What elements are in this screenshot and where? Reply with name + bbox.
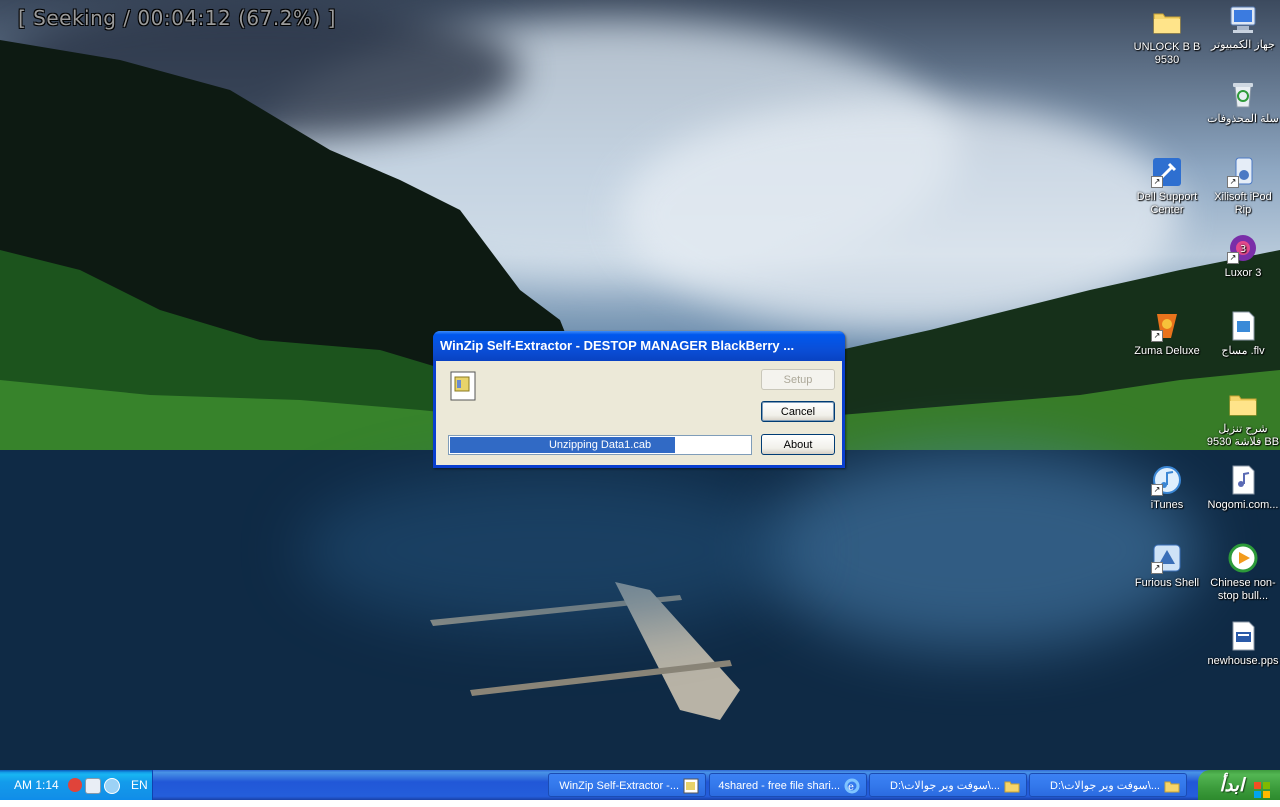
- desktop-icon-label: Luxor 3: [1224, 267, 1262, 279]
- media-seek-overlay: [ Seeking / 00:04:12 (67.2%) ]: [18, 6, 336, 30]
- mp3-file-icon: [1227, 464, 1259, 496]
- start-label: ابدأ: [1219, 775, 1244, 795]
- desktop-icon-itunes[interactable]: ↗ iTunes: [1130, 464, 1204, 512]
- desktop-icon-zuma[interactable]: ↗ Zuma Deluxe: [1130, 310, 1204, 358]
- taskbar-button-label: WinZip Self-Extractor -...: [559, 780, 679, 792]
- svg-text:3: 3: [1240, 244, 1246, 255]
- shortcut-arrow-icon: ↗: [1151, 562, 1163, 574]
- language-indicator[interactable]: EN: [131, 778, 148, 792]
- progress-text: Unzipping Data1.cab: [548, 439, 652, 451]
- desktop-icon-label: Zuma Deluxe: [1134, 345, 1200, 357]
- recycle-bin-icon: [1227, 78, 1259, 110]
- desktop-icon-furious-shell[interactable]: ↗ Furious Shell: [1130, 542, 1204, 590]
- desktop-icon-label: Dell Support Center: [1136, 191, 1198, 216]
- desktop-icon-unlock-bb[interactable]: UNLOCK B B 9530: [1130, 6, 1204, 67]
- zuma-icon: ↗: [1151, 310, 1183, 342]
- wallpaper-water-reflection: [300, 470, 800, 630]
- cancel-button[interactable]: Cancel: [761, 401, 835, 422]
- my-computer-icon: [1227, 4, 1259, 36]
- dialog-title: WinZip Self-Extractor - DESTOP MANAGER B…: [440, 338, 795, 353]
- xilisoft-icon: ↗: [1227, 156, 1259, 188]
- desktop-icon-label: شرح تنزيل فلاشة 9530 BB: [1206, 423, 1280, 448]
- desktop-icon-xilisoft[interactable]: ↗ Xilisoft iPod Rip: [1206, 156, 1280, 217]
- desktop-icon-label: Chinese non-stop bull...: [1210, 577, 1276, 602]
- shortcut-arrow-icon: ↗: [1227, 252, 1239, 264]
- desktop-icon-my-computer[interactable]: جهاز الكمبيوتر: [1206, 4, 1280, 52]
- taskbar-button-winzip[interactable]: WinZip Self-Extractor -...: [548, 773, 706, 797]
- taskbar-button-folder-1[interactable]: D:\سوفت وير جوالات\...: [869, 773, 1027, 797]
- winzip-icon: [683, 778, 699, 794]
- desktop-icon-label: newhouse.pps: [1207, 655, 1279, 667]
- desktop-icon-chinese-media[interactable]: Chinese non-stop bull...: [1206, 542, 1280, 603]
- clock[interactable]: AM 1:14: [14, 778, 59, 792]
- taskbar: AM 1:14 EN WinZip Self-Extractor -... 4s…: [0, 770, 1280, 800]
- desktop-icon-bb-flash-folder[interactable]: شرح تنزيل فلاشة 9530 BB: [1206, 388, 1280, 449]
- winzip-dialog[interactable]: WinZip Self-Extractor - DESTOP MANAGER B…: [433, 331, 845, 468]
- taskbar-button-4shared[interactable]: 4shared - free file shari... e: [709, 773, 867, 797]
- shortcut-arrow-icon: ↗: [1151, 330, 1163, 342]
- extraction-progress-bar: Unzipping Data1.cab: [448, 435, 752, 455]
- folder-icon: [1004, 778, 1020, 794]
- pps-file-icon: [1227, 620, 1259, 652]
- desktop-icon-label: iTunes: [1150, 499, 1184, 511]
- shortcut-arrow-icon: ↗: [1227, 176, 1239, 188]
- media-player-icon: [1227, 542, 1259, 574]
- shortcut-arrow-icon: ↗: [1151, 176, 1163, 188]
- luxor-icon: 3 ↗: [1227, 232, 1259, 264]
- desktop-icon-label: جهاز الكمبيوتر: [1211, 39, 1275, 51]
- desktop-icon-label: مساج .flv: [1221, 345, 1265, 357]
- furious-shell-icon: ↗: [1151, 542, 1183, 574]
- desktop-icon-newhouse-pps[interactable]: newhouse.pps: [1206, 620, 1280, 668]
- desktop-icon-label: Nogomi.com...: [1207, 499, 1279, 511]
- taskbar-button-label: D:\سوفت وير جوالات\...: [1050, 780, 1160, 792]
- system-tray: AM 1:14 EN: [0, 770, 153, 800]
- dell-support-icon: ↗: [1151, 156, 1183, 188]
- taskbar-button-label: D:\سوفت وير جوالات\...: [890, 780, 1000, 792]
- desktop-icon-dell-support[interactable]: ↗ Dell Support Center: [1130, 156, 1204, 217]
- folder-icon: [1151, 6, 1183, 38]
- dialog-title-bar[interactable]: WinZip Self-Extractor - DESTOP MANAGER B…: [433, 331, 845, 361]
- itunes-icon: ↗: [1151, 464, 1183, 496]
- flv-file-icon: [1227, 310, 1259, 342]
- folder-icon: [1227, 388, 1259, 420]
- network-icon[interactable]: [85, 778, 101, 794]
- dialog-client-area: Setup Cancel About Unzipping Data1.cab: [436, 361, 842, 465]
- winzip-icon: [450, 371, 476, 401]
- security-shield-icon[interactable]: [68, 778, 82, 792]
- desktop-icon-flv-file[interactable]: مساج .flv: [1206, 310, 1280, 358]
- desktop-icon-label: UNLOCK B B 9530: [1133, 41, 1201, 66]
- desktop-icon-luxor[interactable]: 3 ↗ Luxor 3: [1206, 232, 1280, 280]
- desktop-icon-nogomi-mp3[interactable]: Nogomi.com...: [1206, 464, 1280, 512]
- desktop[interactable]: [ Seeking / 00:04:12 (67.2%) ] جهاز الكم…: [0, 0, 1280, 770]
- show-hidden-icons-icon[interactable]: [104, 778, 120, 794]
- folder-icon: [1164, 778, 1180, 794]
- svg-text:e: e: [848, 782, 854, 793]
- desktop-icon-label: Furious Shell: [1134, 577, 1200, 589]
- shortcut-arrow-icon: ↗: [1151, 484, 1163, 496]
- windows-logo-icon: [1254, 777, 1270, 798]
- taskbar-button-folder-2[interactable]: D:\سوفت وير جوالات\...: [1029, 773, 1187, 797]
- start-button[interactable]: ابدأ: [1198, 770, 1280, 800]
- ie-icon: e: [844, 778, 860, 794]
- desktop-icon-recycle-bin[interactable]: سلة المحذوفات: [1206, 78, 1280, 126]
- about-button[interactable]: About: [761, 434, 835, 455]
- desktop-icon-label: سلة المحذوفات: [1207, 113, 1279, 125]
- taskbar-button-label: 4shared - free file shari...: [718, 780, 840, 792]
- setup-button[interactable]: Setup: [761, 369, 835, 390]
- desktop-icon-label: Xilisoft iPod Rip: [1214, 191, 1272, 216]
